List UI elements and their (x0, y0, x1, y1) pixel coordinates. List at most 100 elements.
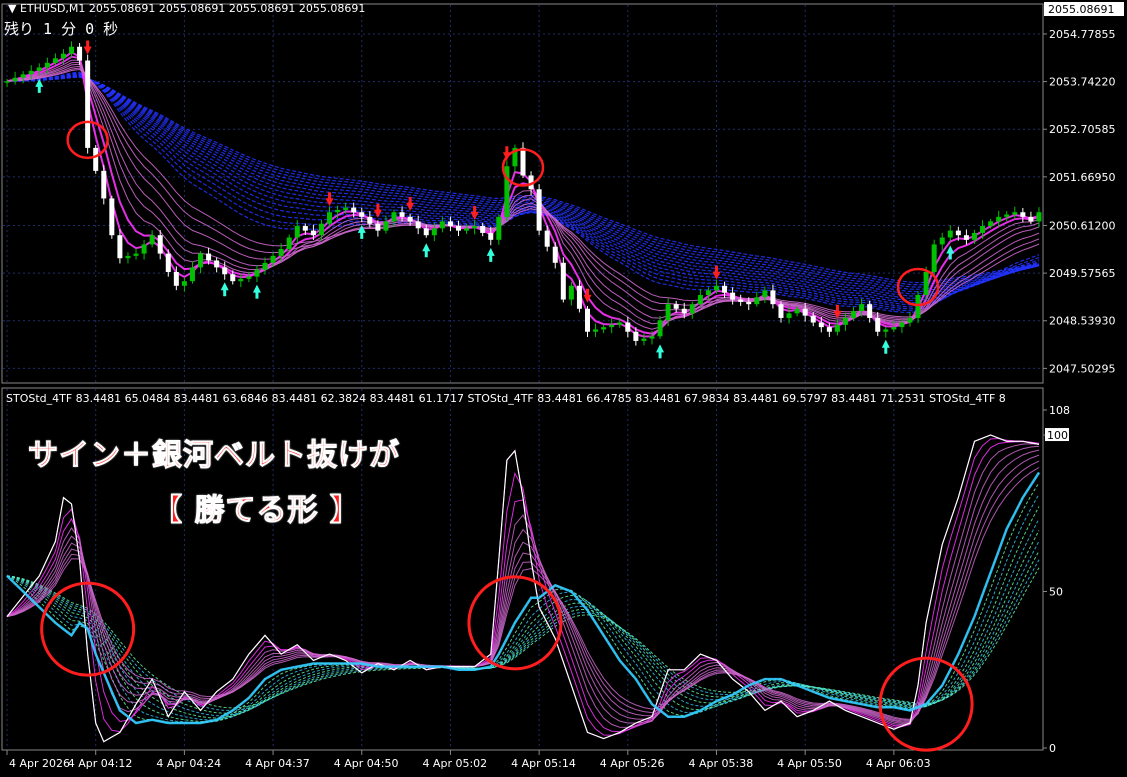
candle-body (407, 216, 413, 222)
candle-body (294, 226, 300, 238)
candle-body (786, 313, 792, 318)
candle-body (431, 228, 437, 236)
candle-body (778, 304, 784, 318)
candle-body (673, 304, 679, 309)
collapse-triangle-icon[interactable]: ▼ (8, 2, 16, 15)
time-label: 4 Apr 05:38 (688, 757, 753, 770)
candle-body (770, 290, 776, 305)
candle-body (60, 53, 66, 59)
annotation-line-2: 【 勝てる形 】 (152, 493, 361, 529)
candle-body (722, 285, 728, 293)
candle-body (173, 271, 179, 286)
candle-body (730, 292, 736, 300)
candle-body (85, 60, 91, 148)
candle-body (335, 209, 341, 213)
candle-body (4, 81, 10, 83)
indicator-tick-label: 108 (1049, 404, 1070, 417)
candle-body (842, 317, 848, 325)
candle-body (939, 237, 945, 245)
candle-body (52, 58, 58, 63)
candle-body (109, 198, 115, 236)
candle-body (657, 320, 663, 337)
candle-body (133, 253, 139, 256)
candle-body (633, 331, 639, 341)
price-tick-label: 2051.66950 (1049, 171, 1115, 184)
candle-body (44, 62, 50, 68)
indicator-tick-label: 0 (1049, 742, 1056, 755)
candle-body (593, 329, 599, 332)
candle-body (601, 327, 607, 330)
candle-body (746, 301, 752, 305)
candle-body (552, 246, 558, 263)
candle-body (834, 324, 840, 332)
candle-body (1012, 212, 1018, 215)
candle-body (697, 294, 703, 305)
price-tick-label: 2047.50295 (1049, 362, 1115, 375)
candle-body (584, 308, 590, 332)
price-tick-label: 2053.74220 (1049, 76, 1115, 89)
symbol-title: ETHUSD,M1 (19, 2, 86, 15)
candle-body (851, 311, 857, 318)
candle-body (117, 235, 123, 259)
candle-body (883, 329, 889, 332)
candle-body (198, 253, 204, 268)
candle-body (1020, 212, 1026, 217)
candle-body (794, 308, 800, 314)
candle-body (681, 308, 687, 314)
indicator-tick-label: 50 (1049, 586, 1063, 599)
candle-body (810, 315, 816, 323)
candle-body (415, 221, 421, 229)
candle-body (157, 235, 163, 254)
candle-body (375, 223, 381, 231)
price-tick-label: 2048.53930 (1049, 315, 1115, 328)
chart-window: 2054.77855 2053.74220 2052.70585 2051.66950… (0, 0, 1127, 773)
candle-body (165, 253, 171, 272)
candle-body (738, 299, 744, 302)
symbol-header: ▼ ETHUSD,M1 2055.08691 2055.08691 2055.0… (8, 2, 365, 15)
candle-body (947, 230, 953, 238)
candle-body (101, 170, 107, 199)
candle-body (713, 285, 719, 291)
candle-body (214, 260, 220, 268)
candle-body (359, 212, 365, 217)
candle-body (391, 212, 397, 222)
candle-body (327, 212, 333, 224)
candle-body (302, 226, 308, 231)
time-label: 4 Apr 05:50 (777, 757, 842, 770)
candle-timer: 残り 1 分 0 秒 (4, 20, 119, 38)
time-label: 4 Apr 2026 (9, 757, 70, 770)
candle-body (141, 244, 147, 254)
candle-body (262, 262, 268, 270)
candle-body (28, 70, 34, 75)
time-label: 4 Apr 05:02 (422, 757, 487, 770)
candle-body (641, 338, 647, 341)
candle-body (689, 304, 695, 314)
candle-body (246, 276, 252, 279)
candle-body (705, 290, 711, 295)
candle-body (762, 290, 768, 298)
candle-body (238, 278, 244, 282)
candle-body (980, 226, 986, 233)
candle-body (189, 267, 195, 282)
candle-body (206, 253, 212, 261)
price-tick-label: 2054.77855 (1049, 28, 1115, 41)
candle-body (560, 262, 566, 300)
candle-body (963, 235, 969, 240)
candle-body (310, 230, 316, 236)
candle-body (988, 221, 994, 227)
candle-body (867, 304, 873, 318)
candle-body (125, 255, 131, 259)
candle-body (520, 147, 526, 176)
candle-body (649, 336, 655, 339)
time-label: 4 Apr 04:37 (245, 757, 310, 770)
candle-body (480, 226, 486, 233)
candle-body (1004, 214, 1010, 217)
candle-body (1036, 212, 1042, 222)
chart-svg: 2054.77855 2053.74220 2052.70585 2051.66950… (0, 0, 1127, 773)
annotation-line-1: サイン＋銀河ベルト抜けが (28, 438, 400, 474)
candle-body (278, 249, 284, 256)
candle-body (576, 285, 582, 309)
candle-body (367, 216, 373, 224)
candle-body (254, 269, 260, 277)
candle-body (754, 297, 760, 305)
